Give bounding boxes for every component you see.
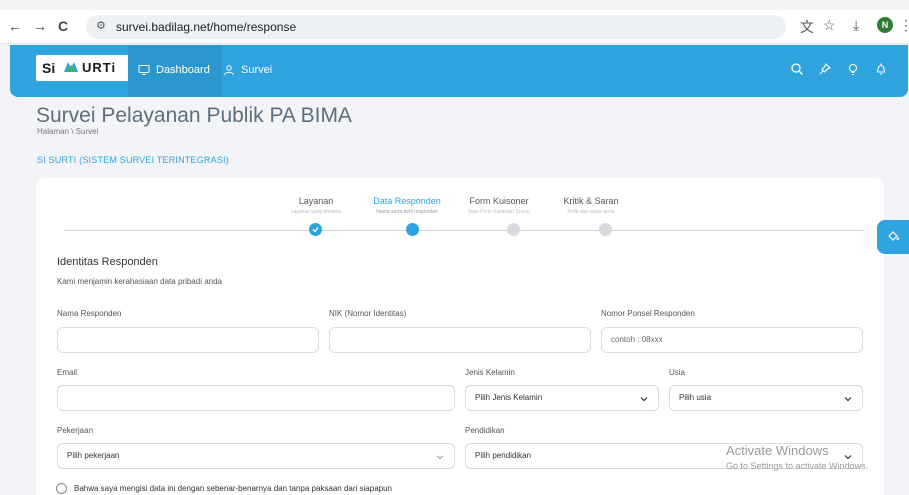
back-button[interactable]: ←: [8, 18, 22, 34]
age-value: Pilih usia: [679, 393, 712, 402]
logo-si-text: Si: [42, 60, 56, 76]
watermark-line1: Activate Windows: [726, 443, 829, 458]
step-dot-pending[interactable]: [507, 223, 520, 236]
app-header: Si URTi Dashboard Survei: [10, 45, 908, 97]
step-subtitle: Kritik dan saran anda: [567, 209, 615, 215]
menu-survei[interactable]: Survei: [223, 64, 272, 76]
age-select[interactable]: Pilih usia: [669, 385, 863, 411]
profile-avatar[interactable]: N: [877, 17, 893, 33]
translate-icon[interactable]: 文: [800, 17, 814, 37]
step-dot-done[interactable]: [309, 223, 322, 236]
paint-bucket-icon: [888, 231, 900, 241]
bookmark-star-icon[interactable]: ☆: [823, 17, 836, 34]
section-label: SI SURTI (SISTEM SURVEI TERINTEGRASI): [37, 155, 229, 165]
stepper-line: [64, 230, 864, 231]
chevron-down-icon: [844, 397, 852, 402]
logo-urti-text: URTi: [82, 60, 117, 75]
menu-dashboard-label: Dashboard: [156, 64, 210, 76]
url-text[interactable]: survei.badilag.net/home/response: [116, 20, 296, 34]
age-label: Usia: [669, 368, 686, 377]
reload-button[interactable]: C: [58, 18, 68, 34]
edu-label: Pendidikan: [465, 426, 505, 435]
forward-button[interactable]: →: [33, 18, 47, 34]
step-kritik-saran[interactable]: Kritik & Saran Kritik dan saran anda: [541, 196, 641, 215]
step-subtitle: Nama serta detil responden: [376, 209, 438, 215]
step-title: Data Responden: [373, 196, 441, 206]
site-info-icon[interactable]: ⚙: [96, 19, 106, 32]
menu-dashboard[interactable]: Dashboard: [138, 64, 210, 76]
job-value: Pilih pekerjaan: [67, 451, 120, 460]
breadcrumb: Halaman \ Survei: [37, 127, 99, 136]
header-actions: [790, 62, 888, 76]
download-icon[interactable]: ⤓: [853, 17, 859, 34]
chevron-down-icon: [437, 455, 443, 460]
menu-survei-label: Survei: [241, 64, 273, 76]
app-logo[interactable]: Si URTi: [36, 55, 132, 81]
step-title: Layanan: [298, 196, 334, 206]
step-dot-active[interactable]: [406, 223, 419, 236]
nik-input[interactable]: [329, 327, 591, 353]
edu-value: Pilih pendidikan: [475, 451, 532, 460]
tab-strip: [0, 0, 909, 10]
agreement-checkbox[interactable]: [56, 483, 67, 494]
monitor-icon: [138, 65, 150, 75]
form-title: Identitas Responden: [57, 256, 158, 268]
nik-label: NIK (Nomor Identitas): [329, 309, 407, 318]
chevron-down-icon: [640, 397, 648, 402]
step-subtitle: Isian Form Kuisioner Survei: [468, 209, 530, 215]
step-subtitle: Layanan yang diterima: [290, 209, 342, 215]
nama-input[interactable]: [57, 327, 319, 353]
bell-icon[interactable]: [874, 62, 888, 76]
watermark-line2: Go to Settings to activate Windows.: [726, 461, 869, 471]
logo-mark-icon: [64, 62, 78, 72]
agreement-text: Bahwa saya mengisi data ini dengan seben…: [74, 484, 393, 493]
email-input[interactable]: [57, 385, 455, 411]
check-icon: [312, 227, 319, 233]
nama-label: Nama Responden: [57, 309, 122, 318]
phone-placeholder: contoh : 08xxx: [611, 335, 663, 344]
phone-label: Nomor Ponsel Responden: [601, 309, 695, 318]
form-subtitle: Kami menjamin kerahasiaan data pribadi a…: [57, 277, 222, 286]
step-layanan[interactable]: Layanan Layanan yang diterima: [266, 196, 366, 215]
job-label: Pekerjaan: [57, 426, 94, 435]
page-title: Survei Pelayanan Publik PA BIMA: [36, 104, 352, 127]
browser-toolbar: ← → C ⚙ survei.badilag.net/home/response…: [0, 0, 909, 44]
person-icon: [224, 65, 234, 76]
gender-value: Pilih Jenis Kelamin: [475, 393, 543, 402]
search-icon[interactable]: [790, 62, 804, 76]
windows-activation-watermark: Activate Windows Go to Settings to activ…: [726, 443, 868, 471]
step-data-responden[interactable]: Data Responden Nama serta detil responde…: [357, 196, 457, 215]
bulb-icon[interactable]: [846, 62, 860, 76]
gender-select[interactable]: Pilih Jenis Kelamin: [465, 385, 659, 411]
step-form-kuisoner[interactable]: Form Kuisoner Isian Form Kuisioner Surve…: [449, 196, 549, 215]
email-label: Email: [57, 368, 78, 377]
job-select[interactable]: Pilih pekerjaan: [57, 443, 455, 469]
step-title: Kritik & Saran: [563, 196, 619, 206]
gender-label: Jenis Kelamin: [465, 368, 515, 377]
theme-customizer-button[interactable]: [877, 220, 909, 254]
phone-input[interactable]: contoh : 08xxx: [601, 327, 863, 353]
pin-icon[interactable]: [818, 62, 832, 76]
step-title: Form Kuisoner: [469, 196, 529, 206]
agreement-checkbox-row[interactable]: Bahwa saya mengisi data ini dengan seben…: [56, 483, 392, 494]
browser-menu-icon[interactable]: ⋮: [899, 17, 909, 34]
step-dot-pending[interactable]: [599, 223, 612, 236]
